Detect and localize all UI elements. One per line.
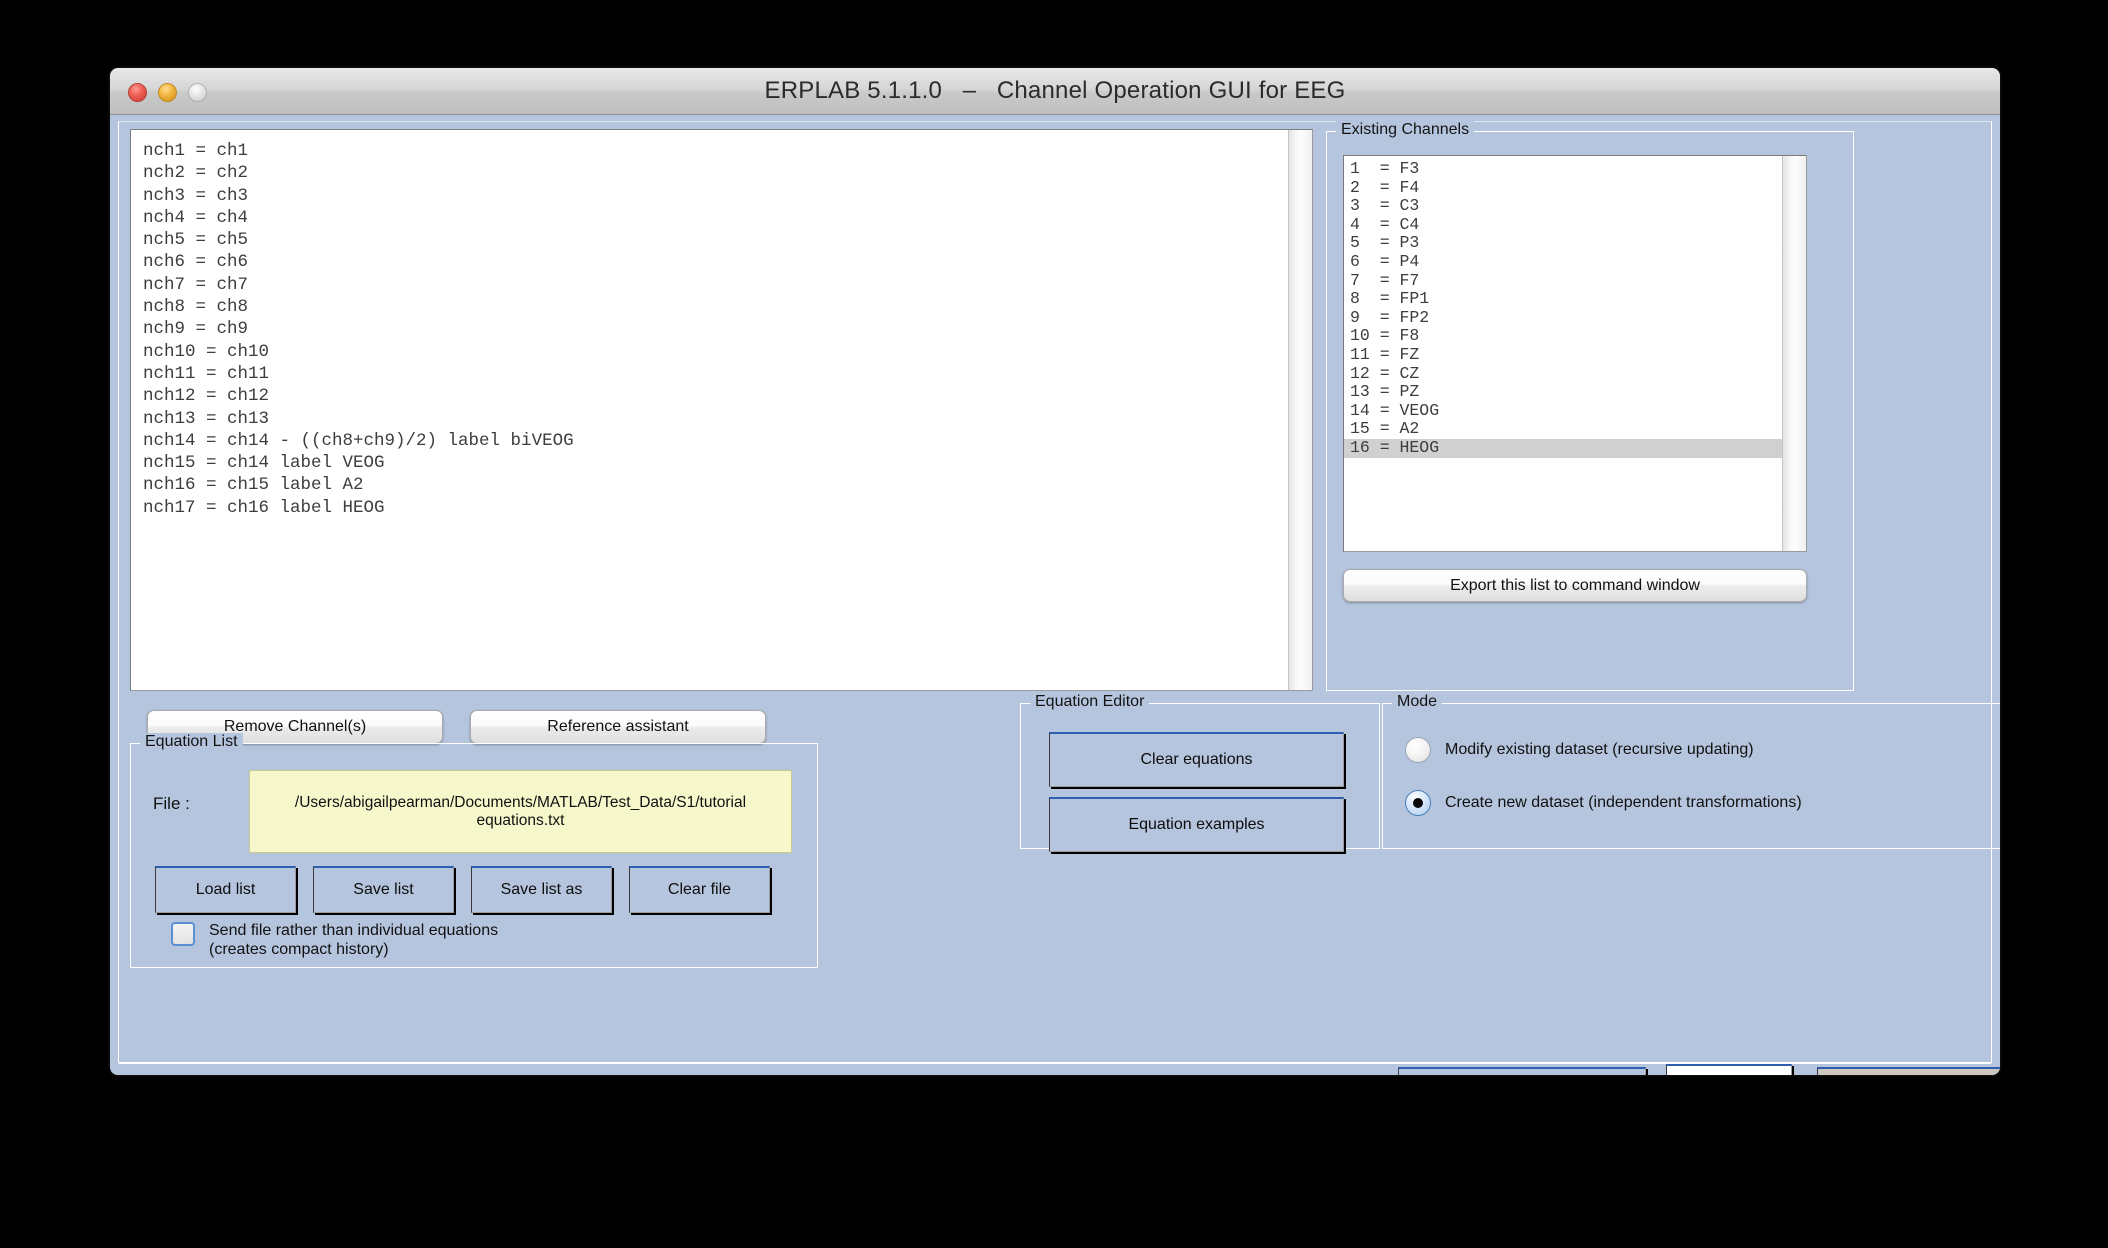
existing-channels-legend: Existing Channels — [1336, 121, 1475, 139]
channel-list-item[interactable]: 5 = P3 — [1344, 234, 1783, 253]
equation-examples-button[interactable]: Equation examples — [1049, 797, 1344, 852]
application-window: ERPLAB 5.1.1.0 – Channel Operation GUI f… — [110, 68, 2000, 1075]
export-list-button[interactable]: Export this list to command window — [1343, 569, 1807, 602]
save-list-as-button[interactable]: Save list as — [471, 866, 612, 913]
mode-legend: Mode — [1392, 693, 1443, 711]
equation-list-legend: Equation List — [140, 733, 243, 751]
run-button[interactable]: RUN — [1817, 1067, 2000, 1075]
channel-list-item[interactable]: 15 = A2 — [1344, 420, 1783, 439]
send-file-checkbox[interactable] — [171, 922, 195, 946]
file-label: File : — [153, 794, 190, 813]
cancel-button[interactable]: CANCEL — [1398, 1067, 1646, 1075]
equation-editor-scrollbar[interactable] — [1288, 130, 1312, 690]
existing-channels-list-inner[interactable]: 1 = F3 2 = F4 3 = C3 4 = C4 5 = P3 6 = P4 7 = … — [1344, 159, 1783, 551]
existing-channels-list[interactable]: 1 = F3 2 = F4 3 = C3 4 = C4 5 = P3 6 = P4 7 = … — [1343, 155, 1807, 552]
channel-list-item[interactable]: 12 = CZ — [1344, 364, 1783, 384]
channel-list-item[interactable]: 7 = F7 — [1344, 271, 1783, 291]
channel-list-item[interactable]: 4 = C4 — [1344, 215, 1783, 235]
help-button[interactable] — [1666, 1064, 1792, 1075]
equation-editor[interactable]: nch1 = ch1 nch2 = ch2 nch3 = ch3 nch4 = … — [130, 129, 1313, 691]
window-content: nch1 = ch1 nch2 = ch2 nch3 = ch3 nch4 = … — [110, 115, 2000, 1075]
channel-list-item[interactable]: 2 = F4 — [1344, 178, 1783, 198]
mode-option-modify-existing[interactable]: Modify existing dataset (recursive updat… — [1405, 737, 1754, 763]
mode-radio-modify-existing[interactable] — [1405, 737, 1431, 763]
clear-equations-button[interactable]: Clear equations — [1049, 732, 1344, 787]
equation-list-panel: Equation List File : /Users/abigailpearm… — [130, 733, 818, 968]
equation-editor-legend: Equation Editor — [1030, 693, 1150, 711]
channel-list-item[interactable]: 6 = P4 — [1344, 252, 1783, 272]
channel-list-item[interactable]: 8 = FP1 — [1344, 290, 1783, 309]
channel-list-item[interactable]: 3 = C3 — [1344, 197, 1783, 216]
channel-list-item[interactable]: 14 = VEOG — [1344, 401, 1783, 421]
bottom-divider — [119, 1063, 1991, 1064]
life-ring-icon — [1691, 1071, 1767, 1076]
file-path-field[interactable]: /Users/abigailpearman/Documents/MATLAB/T… — [249, 770, 792, 853]
title-bar: ERPLAB 5.1.1.0 – Channel Operation GUI f… — [110, 68, 2000, 115]
channel-list-item[interactable]: 13 = PZ — [1344, 383, 1783, 402]
send-file-label: Send file rather than individual equatio… — [209, 922, 499, 958]
channel-list-item[interactable]: 1 = F3 — [1344, 159, 1783, 179]
mode-label-create-new: Create new dataset (independent transfor… — [1445, 794, 1802, 811]
equation-editor-text[interactable]: nch1 = ch1 nch2 = ch2 nch3 = ch3 nch4 = … — [143, 140, 1270, 686]
reference-assistant-button[interactable]: Reference assistant — [470, 710, 766, 744]
channel-list-item[interactable]: 10 = F8 — [1344, 327, 1783, 346]
channel-list-item[interactable]: 11 = FZ — [1344, 345, 1783, 365]
existing-channels-panel: Existing Channels 1 = F3 2 = F4 3 = C3 4 = … — [1326, 121, 1854, 691]
mode-panel: Mode Modify existing dataset (recursive … — [1382, 693, 2000, 849]
send-file-checkbox-row[interactable]: Send file rather than individual equatio… — [171, 922, 498, 959]
mode-label-modify-existing: Modify existing dataset (recursive updat… — [1445, 741, 1754, 758]
load-list-button[interactable]: Load list — [155, 866, 296, 913]
mode-radio-create-new[interactable] — [1405, 790, 1431, 816]
channel-list-item[interactable]: 16 = HEOG — [1344, 438, 1783, 458]
window-title: ERPLAB 5.1.1.0 – Channel Operation GUI f… — [764, 77, 1346, 104]
equation-editor-panel: Equation Editor Clear equations Equation… — [1020, 693, 1380, 852]
existing-channels-scrollbar[interactable] — [1782, 156, 1806, 551]
channel-list-item[interactable]: 9 = FP2 — [1344, 308, 1783, 328]
clear-file-button[interactable]: Clear file — [629, 866, 770, 913]
mode-option-create-new[interactable]: Create new dataset (independent transfor… — [1405, 790, 1802, 816]
save-list-button[interactable]: Save list — [313, 866, 454, 913]
